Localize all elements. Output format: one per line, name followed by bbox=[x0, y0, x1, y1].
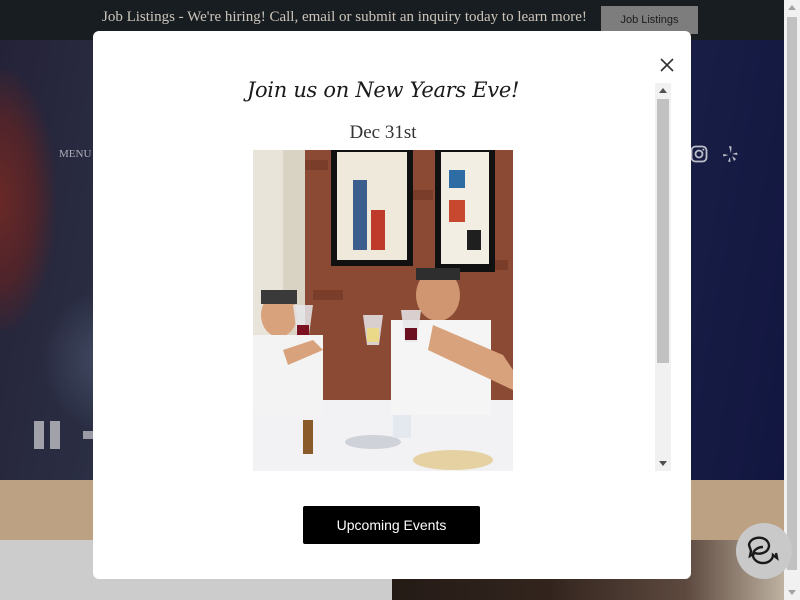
scroll-down-arrow-icon[interactable] bbox=[788, 590, 796, 595]
chat-icon bbox=[747, 536, 779, 565]
modal-scrollbar-thumb[interactable] bbox=[657, 99, 669, 363]
modal-title: Join us on New Years Eve! bbox=[246, 78, 520, 102]
modal-scrollbar[interactable] bbox=[655, 83, 671, 471]
modal-scroll-down-icon[interactable] bbox=[659, 461, 667, 466]
chat-button[interactable] bbox=[736, 523, 792, 579]
page-scrollbar[interactable] bbox=[784, 0, 800, 600]
page-scrollbar-thumb[interactable] bbox=[787, 17, 797, 570]
modal-scroll-up-icon[interactable] bbox=[659, 88, 667, 93]
scroll-up-arrow-icon[interactable] bbox=[788, 5, 796, 10]
upcoming-events-button[interactable]: Upcoming Events bbox=[303, 506, 480, 544]
event-date: Dec 31st bbox=[349, 122, 417, 143]
event-photo bbox=[253, 150, 513, 471]
event-modal: Join us on New Years Eve! Dec 31st Upcom… bbox=[93, 31, 691, 579]
close-icon[interactable] bbox=[657, 55, 677, 75]
